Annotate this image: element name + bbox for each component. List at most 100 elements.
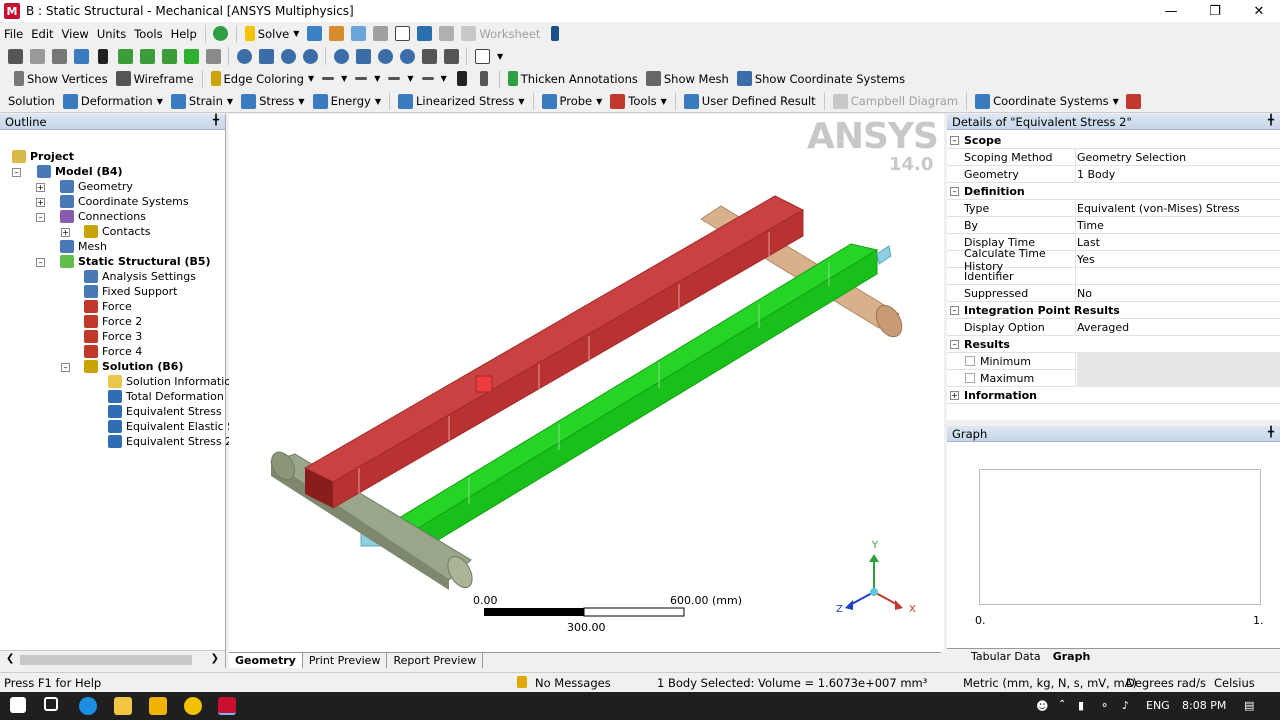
mechanical-taskbar-icon[interactable] (218, 697, 236, 715)
expand-contacts-icon[interactable]: + (61, 228, 70, 237)
box-zoom-icon[interactable] (299, 46, 321, 66)
category-scope[interactable]: – Scope (947, 132, 1280, 149)
rotate-icon[interactable] (233, 46, 255, 66)
pin-icon[interactable]: ╋ (1268, 427, 1274, 438)
tab-geometry[interactable]: Geometry (229, 653, 303, 668)
select-point-icon[interactable] (26, 46, 48, 66)
select-mode-icon[interactable] (4, 46, 26, 66)
collapse-connections-icon[interactable]: – (36, 213, 45, 222)
scrollbar-thumb[interactable] (20, 655, 192, 665)
probe-button[interactable]: Probe ▼ (538, 91, 607, 111)
previous-view-icon[interactable] (418, 46, 440, 66)
expand-coordinate-systems-icon[interactable]: + (36, 198, 45, 207)
menu-help[interactable]: Help (167, 24, 201, 44)
pin-icon[interactable]: ╋ (1268, 115, 1274, 126)
wireframe-button[interactable]: Wireframe (112, 69, 198, 89)
context-help-icon[interactable] (544, 24, 566, 44)
tree-item-force-3[interactable]: Force 3 (84, 329, 142, 344)
tree-item-equivalent-elastic-strain[interactable]: Equivalent Elastic St (108, 419, 239, 434)
worksheet-button[interactable]: Worksheet (457, 24, 544, 44)
minimize-button[interactable]: — (1148, 0, 1194, 22)
category-integration-point-results[interactable]: – Integration Point Results (947, 302, 1280, 319)
menu-tools[interactable]: Tools (130, 24, 166, 44)
body-select-icon[interactable] (180, 46, 202, 66)
category-definition[interactable]: – Definition (947, 183, 1280, 200)
viewport-layout-button[interactable]: ▼ (471, 46, 507, 66)
thicken-annotations-button[interactable]: Thicken Annotations (504, 69, 642, 89)
row-maximum[interactable]: Maximum (947, 370, 1280, 387)
edge-coloring-button[interactable]: Edge Coloring ▼ (207, 69, 319, 89)
tray-chevron-icon[interactable]: ⌃ (1058, 699, 1066, 710)
tree-item-force-2[interactable]: Force 2 (84, 314, 142, 329)
category-results[interactable]: – Results (947, 336, 1280, 353)
campbell-diagram-button[interactable]: Campbell Diagram (829, 91, 962, 111)
selected-probe-marker[interactable] (475, 375, 493, 393)
tree-item-connections[interactable]: Connections (60, 209, 146, 224)
vertex-select-icon[interactable] (114, 46, 136, 66)
stress-button[interactable]: Stress ▼ (237, 91, 309, 111)
tree-item-project[interactable]: Project (12, 149, 74, 164)
category-information[interactable]: + Information (947, 387, 1280, 404)
scroll-right-icon[interactable]: ❯ (211, 653, 219, 664)
face-select-icon[interactable] (158, 46, 180, 66)
delete-icon[interactable] (1123, 91, 1145, 111)
clock[interactable]: 8:08 PM (1182, 699, 1226, 712)
tree-item-contacts[interactable]: Contacts (84, 224, 151, 239)
show-coordinate-systems-button[interactable]: Show Coordinate Systems (733, 69, 909, 89)
user-icon[interactable]: ☻ (1036, 699, 1049, 713)
row-calculate-time-history[interactable]: Calculate Time History Yes (947, 247, 1280, 273)
model-canvas[interactable] (229, 114, 944, 652)
ansys-workbench-icon[interactable] (184, 697, 202, 715)
row-suppressed[interactable]: Suppressed No (947, 285, 1280, 302)
collapse-icon[interactable]: – (950, 187, 959, 196)
chart-icon[interactable] (325, 24, 347, 44)
minimum-checkbox[interactable] (965, 356, 975, 366)
edge-display-3-button[interactable]: ▼ (384, 69, 417, 89)
wizard-icon[interactable] (435, 24, 457, 44)
row-type[interactable]: Type Equivalent (von-Mises) Stress (947, 200, 1280, 217)
notification-icon[interactable]: ▤ (1244, 699, 1254, 712)
collapse-solution-icon[interactable]: – (61, 363, 70, 372)
row-identifier[interactable]: Identifier (947, 268, 1280, 285)
tree-item-force[interactable]: Force (84, 299, 132, 314)
image-icon[interactable] (369, 24, 391, 44)
tree-item-fixed-support[interactable]: Fixed Support (84, 284, 178, 299)
tree-item-total-deformation[interactable]: Total Deformation (108, 389, 224, 404)
task-view-icon[interactable] (44, 697, 58, 711)
new-analysis-icon[interactable] (303, 24, 325, 44)
status-messages[interactable]: No Messages (535, 676, 611, 690)
menu-edit[interactable]: Edit (27, 24, 57, 44)
edge-direction-icon[interactable] (451, 69, 473, 89)
tab-print-preview[interactable]: Print Preview (303, 653, 388, 668)
select-cursor-icon[interactable] (92, 46, 114, 66)
tree-item-model[interactable]: Model (B4) (37, 164, 123, 179)
pan-icon[interactable] (255, 46, 277, 66)
expand-geometry-icon[interactable]: + (36, 183, 45, 192)
edge-display-4-button[interactable]: ▼ (418, 69, 451, 89)
row-geometry[interactable]: Geometry 1 Body (947, 166, 1280, 183)
language-indicator[interactable]: ENG (1146, 699, 1170, 712)
edge-select-icon[interactable] (136, 46, 158, 66)
select-face-icon[interactable] (70, 46, 92, 66)
row-by[interactable]: By Time (947, 217, 1280, 234)
tools-button[interactable]: Tools ▼ (606, 91, 671, 111)
tab-report-preview[interactable]: Report Preview (387, 653, 484, 668)
text-annotation-icon[interactable] (391, 24, 413, 44)
restore-button[interactable]: ❐ (1192, 0, 1238, 22)
show-mesh-button[interactable]: Show Mesh (642, 69, 733, 89)
user-defined-result-button[interactable]: User Defined Result (680, 91, 820, 111)
windows-start-icon[interactable] (10, 697, 26, 713)
deformation-button[interactable]: Deformation ▼ (59, 91, 167, 111)
tree-item-static-structural[interactable]: Static Structural (B5) (60, 254, 211, 269)
tree-item-coordinate-systems[interactable]: Coordinate Systems (60, 194, 189, 209)
zoom-in-icon[interactable] (374, 46, 396, 66)
image-capture-icon[interactable] (413, 24, 435, 44)
file-explorer-icon[interactable] (114, 697, 132, 715)
tree-item-geometry[interactable]: Geometry (60, 179, 133, 194)
zoom-out-icon[interactable] (396, 46, 418, 66)
collapse-icon[interactable]: – (950, 340, 959, 349)
tree-item-equivalent-stress-2[interactable]: Equivalent Stress 2 (108, 434, 232, 449)
menu-view[interactable]: View (58, 24, 93, 44)
row-display-option[interactable]: Display Option Averaged (947, 319, 1280, 336)
close-button[interactable]: ✕ (1236, 0, 1280, 22)
